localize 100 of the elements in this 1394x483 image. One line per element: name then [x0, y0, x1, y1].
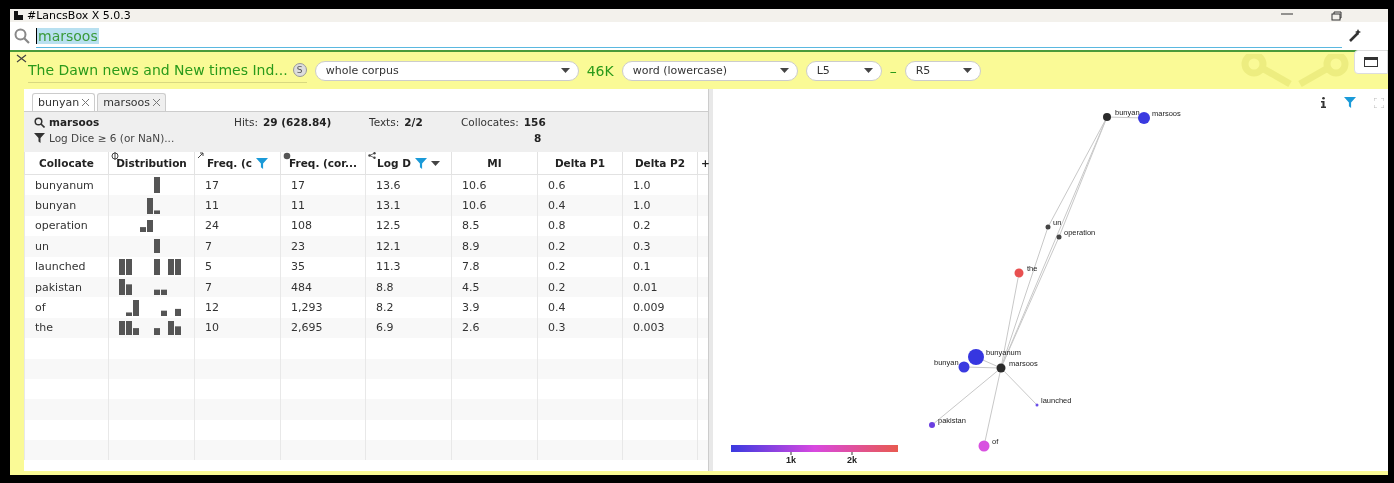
close-icon[interactable]	[153, 99, 161, 106]
corpus-selector[interactable]: The Dawn news and New times Ind... S	[28, 58, 307, 83]
table-cell: 0.01	[622, 276, 698, 298]
graph-node[interactable]	[1035, 403, 1039, 407]
table-cell: launched	[24, 256, 109, 277]
table-cell: 5	[194, 256, 281, 277]
info-icon[interactable]	[1321, 97, 1326, 108]
filter-icon[interactable]	[1344, 97, 1356, 108]
table-cell: 23	[280, 236, 366, 257]
table-cell: 0.3	[622, 236, 698, 257]
collocates-shown: 8	[534, 132, 542, 144]
distribution-drawing	[126, 299, 181, 316]
distribution-drawing	[154, 239, 160, 254]
scope-dropdown[interactable]: whole corpus	[314, 60, 579, 81]
table-cell: 0.4	[537, 195, 623, 216]
table-cell: 10.6	[451, 195, 538, 216]
table-cell: 0.2	[537, 256, 623, 277]
table-cell: 7.8	[451, 256, 538, 277]
tab[interactable]: marsoos	[97, 93, 167, 111]
caret-icon[interactable]	[430, 160, 440, 166]
hits-value: 29 (628.84)	[262, 116, 332, 128]
graph-node[interactable]	[1056, 234, 1062, 240]
table-cell: 0.4	[537, 297, 623, 318]
collocates-value: 156	[523, 116, 546, 128]
table-cell: 4.5	[451, 276, 538, 298]
table-cell: 7	[194, 276, 281, 298]
table-cell: 1,293	[280, 297, 366, 318]
caret-icon	[962, 68, 972, 73]
search-icon	[34, 116, 45, 128]
distribution-drawing	[119, 320, 181, 336]
table-cell: 6.9	[365, 317, 452, 339]
table-cell: 12	[194, 297, 281, 318]
table-cell: 2,695	[280, 317, 366, 339]
target-icon	[111, 152, 119, 160]
table-cell: 11.3	[365, 256, 452, 277]
magic-wand-icon[interactable]	[1348, 29, 1362, 43]
table-cell: 0.009	[622, 297, 698, 318]
table-cell: bunyan	[24, 195, 109, 216]
table-cell: 0.1	[622, 256, 698, 277]
table-cell: 1.0	[622, 195, 698, 216]
graph-node[interactable]	[958, 361, 970, 373]
table-cell: of	[24, 297, 109, 318]
table-cell: 12.1	[365, 236, 452, 257]
graph-node[interactable]	[1014, 268, 1024, 278]
distribution-drawing	[119, 279, 167, 296]
graph-node[interactable]	[968, 349, 984, 365]
distribution-drawing	[119, 258, 181, 275]
tab[interactable]: bunyan	[32, 93, 96, 111]
graph-node[interactable]	[1045, 224, 1051, 230]
scale-tick: 1k	[786, 451, 796, 465]
table-cell: pakistan	[24, 276, 109, 298]
table-cell: 35	[280, 256, 366, 277]
table-cell: 0.3	[537, 317, 623, 339]
distribution-drawing	[140, 220, 153, 233]
table-cell: 13.1	[365, 195, 452, 216]
collocates-label: Collocates:	[461, 116, 519, 128]
table-cell: 0.2	[537, 276, 623, 298]
close-icon[interactable]	[82, 99, 90, 106]
table-cell: 2.6	[451, 317, 538, 339]
filter-text: Log Dice ≥ 6 (or NaN)...	[49, 132, 175, 144]
table-cell: 0.2	[537, 236, 623, 257]
table-cell: un	[24, 236, 109, 257]
table-cell: 11	[194, 195, 281, 216]
panel-toggle-button[interactable]	[1354, 50, 1388, 74]
panel-icon	[1364, 57, 1378, 67]
table-cell: 8.9	[451, 236, 538, 257]
graph-node[interactable]	[996, 363, 1006, 373]
table-cell: 10	[194, 317, 281, 339]
table-cell: 8.8	[365, 276, 452, 298]
query-text: marsoos	[49, 116, 100, 128]
share-icon	[368, 152, 376, 159]
column-header[interactable]: MI	[487, 157, 502, 169]
left-span-dropdown[interactable]: L5	[805, 60, 882, 81]
caret-icon	[863, 68, 873, 73]
table-cell: 3.9	[451, 297, 538, 318]
graph-node[interactable]	[929, 422, 935, 428]
span-separator: –	[889, 62, 897, 79]
distribution-drawing	[147, 197, 160, 214]
filter-icon	[34, 133, 45, 143]
distribution-drawing	[154, 177, 160, 194]
table-cell: 8.2	[365, 297, 452, 318]
maximize-icon[interactable]	[1331, 10, 1342, 21]
search-icon	[14, 28, 30, 44]
filter-icon[interactable]	[256, 157, 268, 169]
caret-icon	[560, 68, 570, 73]
table-cell: 0.003	[622, 317, 698, 339]
table-cell: 11	[280, 195, 366, 216]
graph-node[interactable]	[1138, 112, 1150, 124]
scale-tick: 2k	[847, 451, 857, 465]
table-cell: 484	[280, 276, 366, 298]
arrows-icon	[197, 152, 204, 159]
graph-node[interactable]	[1103, 113, 1111, 121]
texts-value: 2/2	[404, 116, 423, 128]
corpus-size: 46K	[586, 62, 614, 79]
graph-node[interactable]	[978, 440, 990, 452]
texts-label: Texts:	[369, 116, 400, 128]
table-cell: 7	[194, 236, 281, 257]
hits-label: Hits:	[234, 116, 258, 128]
unit-dropdown[interactable]: word (lowercase)	[621, 60, 798, 81]
right-span-dropdown[interactable]: R5	[904, 60, 981, 81]
